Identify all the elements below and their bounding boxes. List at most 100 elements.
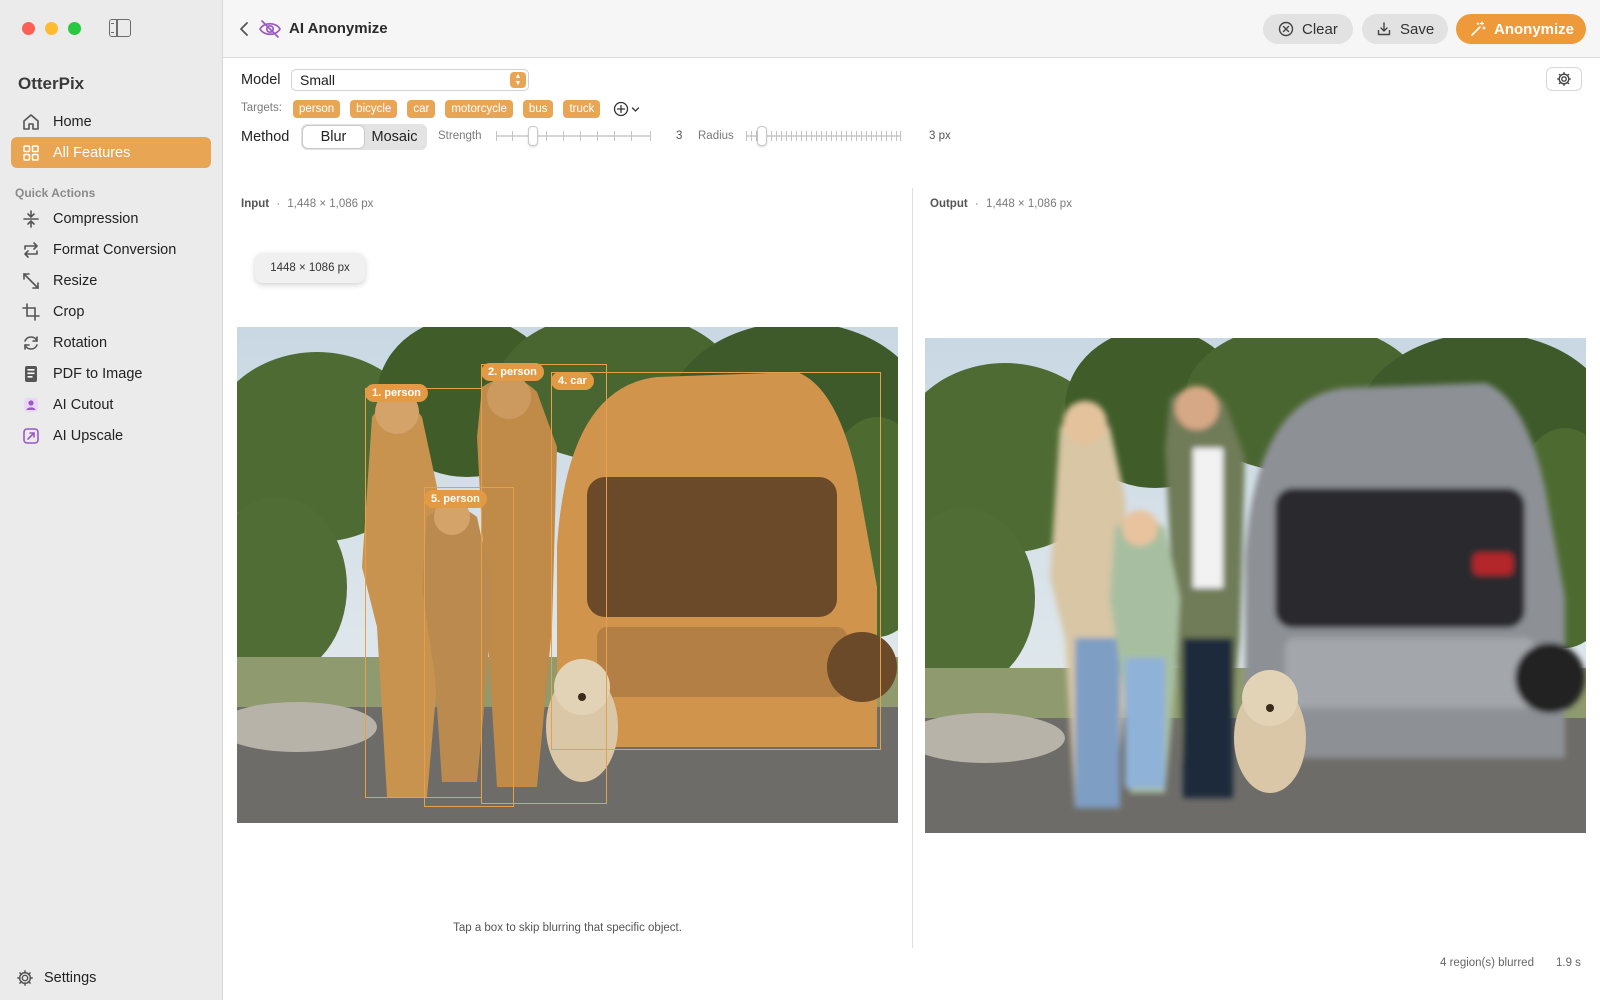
detection-box-label: 2. person xyxy=(481,363,544,381)
method-label: Method xyxy=(241,129,290,145)
sidebar-item-label: Format Conversion xyxy=(53,241,177,258)
save-label: Save xyxy=(1400,20,1435,38)
sidebar-item-crop[interactable]: Crop xyxy=(11,296,211,327)
grid-icon xyxy=(20,142,42,164)
target-tag-truck[interactable]: truck xyxy=(563,100,601,118)
sidebar-item-label: Rotation xyxy=(53,334,108,351)
output-label: Output xyxy=(930,198,968,210)
window-controls xyxy=(22,22,81,35)
sidebar-item-label: All Features xyxy=(53,144,131,161)
sidebar-item-ai-cutout[interactable]: AI Cutout xyxy=(11,389,211,420)
model-select[interactable]: Small ▲ ▼ xyxy=(291,69,529,91)
download-icon xyxy=(1376,21,1392,38)
sidebar-item-settings[interactable]: Settings xyxy=(15,968,96,988)
method-blur-option[interactable]: Blur xyxy=(303,126,364,148)
clear-button[interactable]: Clear xyxy=(1263,14,1353,44)
settings-label: Settings xyxy=(44,970,97,986)
back-button[interactable] xyxy=(235,19,253,39)
app-name: OtterPix xyxy=(18,74,85,93)
sidebar-item-rotation[interactable]: Rotation xyxy=(11,327,211,358)
x-circle-icon xyxy=(1277,21,1294,38)
radius-value: 3 px xyxy=(929,130,951,142)
quick-actions-heading: Quick Actions xyxy=(15,186,96,200)
sidebar-toggle-icon[interactable] xyxy=(109,19,131,37)
sidebar-item-home[interactable]: Home xyxy=(11,106,211,137)
compression-icon xyxy=(20,208,42,230)
house-icon xyxy=(20,111,42,133)
close-window-button[interactable] xyxy=(22,22,35,35)
processing-time: 1.9 s xyxy=(1556,957,1581,969)
gear-icon xyxy=(1556,71,1572,87)
zoom-window-button[interactable] xyxy=(68,22,81,35)
resize-icon xyxy=(20,270,42,292)
clear-label: Clear xyxy=(1302,20,1338,38)
radius-slider[interactable] xyxy=(746,126,901,146)
chevron-up-down-icon: ▲ ▼ xyxy=(510,72,526,88)
input-hint: Tap a box to skip blurring that specific… xyxy=(453,922,682,934)
output-dimensions: 1,448 × 1,086 px xyxy=(985,198,1072,210)
plus-circle-icon xyxy=(614,101,629,117)
radius-slider-thumb[interactable] xyxy=(757,126,767,146)
target-tag-person[interactable]: person xyxy=(293,100,341,118)
save-button[interactable]: Save xyxy=(1362,14,1448,44)
toolbar: AI Anonymize Clear Save Anonymize xyxy=(223,0,1600,58)
sidebar-item-label: Resize xyxy=(53,272,98,289)
detection-box-label: 1. person xyxy=(365,384,428,402)
rotation-icon xyxy=(20,332,42,354)
magic-wand-icon xyxy=(1470,21,1486,38)
ai-cutout-icon xyxy=(20,394,42,416)
chevron-down-icon xyxy=(632,106,640,112)
sidebar-item-pdf-to-image[interactable]: PDF to Image xyxy=(11,358,211,389)
pdf-icon xyxy=(20,363,42,385)
target-tag-car[interactable]: car xyxy=(407,100,436,118)
output-pane-header: Output · 1,448 × 1,086 px xyxy=(930,198,1072,210)
radius-label: Radius xyxy=(698,130,734,142)
page-title: AI Anonymize xyxy=(289,20,388,37)
crop-icon xyxy=(20,301,42,323)
output-image xyxy=(925,338,1586,833)
input-pane-header: Input · 1,448 × 1,086 px xyxy=(241,198,374,210)
detection-box-label: 4. car xyxy=(551,372,594,390)
sidebar-item-compression[interactable]: Compression xyxy=(11,203,211,234)
input-label: Input xyxy=(241,198,270,210)
ai-upscale-icon xyxy=(20,425,42,447)
chevron-left-icon xyxy=(240,22,248,36)
minimize-window-button[interactable] xyxy=(45,22,58,35)
add-target-button[interactable] xyxy=(613,101,640,117)
sidebar-item-ai-upscale[interactable]: AI Upscale xyxy=(11,420,211,451)
input-dimensions-chip: 1448 × 1086 px xyxy=(255,253,365,283)
sidebar-item-all-features[interactable]: All Features xyxy=(11,137,211,168)
input-dimensions: 1,448 × 1,086 px xyxy=(287,198,374,210)
target-tag-bus[interactable]: bus xyxy=(522,100,554,118)
sidebar-item-resize[interactable]: Resize xyxy=(11,265,211,296)
eye-slash-icon xyxy=(258,18,282,40)
anonymize-button[interactable]: Anonymize xyxy=(1456,14,1586,44)
convert-icon xyxy=(20,239,42,261)
strength-slider[interactable] xyxy=(496,126,651,146)
strength-label: Strength xyxy=(438,130,482,142)
model-value: Small xyxy=(300,72,336,88)
model-settings-button[interactable] xyxy=(1546,67,1582,91)
sidebar: OtterPix Home All Features Quick Actions… xyxy=(0,0,223,1000)
strength-value: 3 xyxy=(676,130,683,142)
sidebar-item-label: AI Upscale xyxy=(53,427,124,444)
target-tag-motorcycle[interactable]: motorcycle xyxy=(445,100,513,118)
target-tag-bicycle[interactable]: bicycle xyxy=(350,100,398,118)
input-image[interactable]: 1. person 2. person 4. car 5. person xyxy=(237,327,898,823)
sidebar-item-label: PDF to Image xyxy=(53,365,143,382)
sidebar-item-label: Crop xyxy=(53,303,85,320)
method-segmented-control: Blur Mosaic xyxy=(301,124,427,150)
pane-divider xyxy=(912,188,913,948)
sidebar-item-format-conversion[interactable]: Format Conversion xyxy=(11,234,211,265)
detection-box[interactable] xyxy=(424,487,514,807)
model-label: Model xyxy=(241,72,281,88)
sidebar-item-label: Home xyxy=(53,113,92,130)
sidebar-item-label: AI Cutout xyxy=(53,396,114,413)
detection-box[interactable] xyxy=(551,372,881,750)
sidebar-item-label: Compression xyxy=(53,210,139,227)
strength-slider-thumb[interactable] xyxy=(528,126,538,146)
method-mosaic-option[interactable]: Mosaic xyxy=(364,126,425,148)
targets-list: person bicycle car motorcycle bus truck xyxy=(293,100,640,118)
targets-label: Targets: xyxy=(241,102,282,114)
gear-icon xyxy=(15,968,35,988)
